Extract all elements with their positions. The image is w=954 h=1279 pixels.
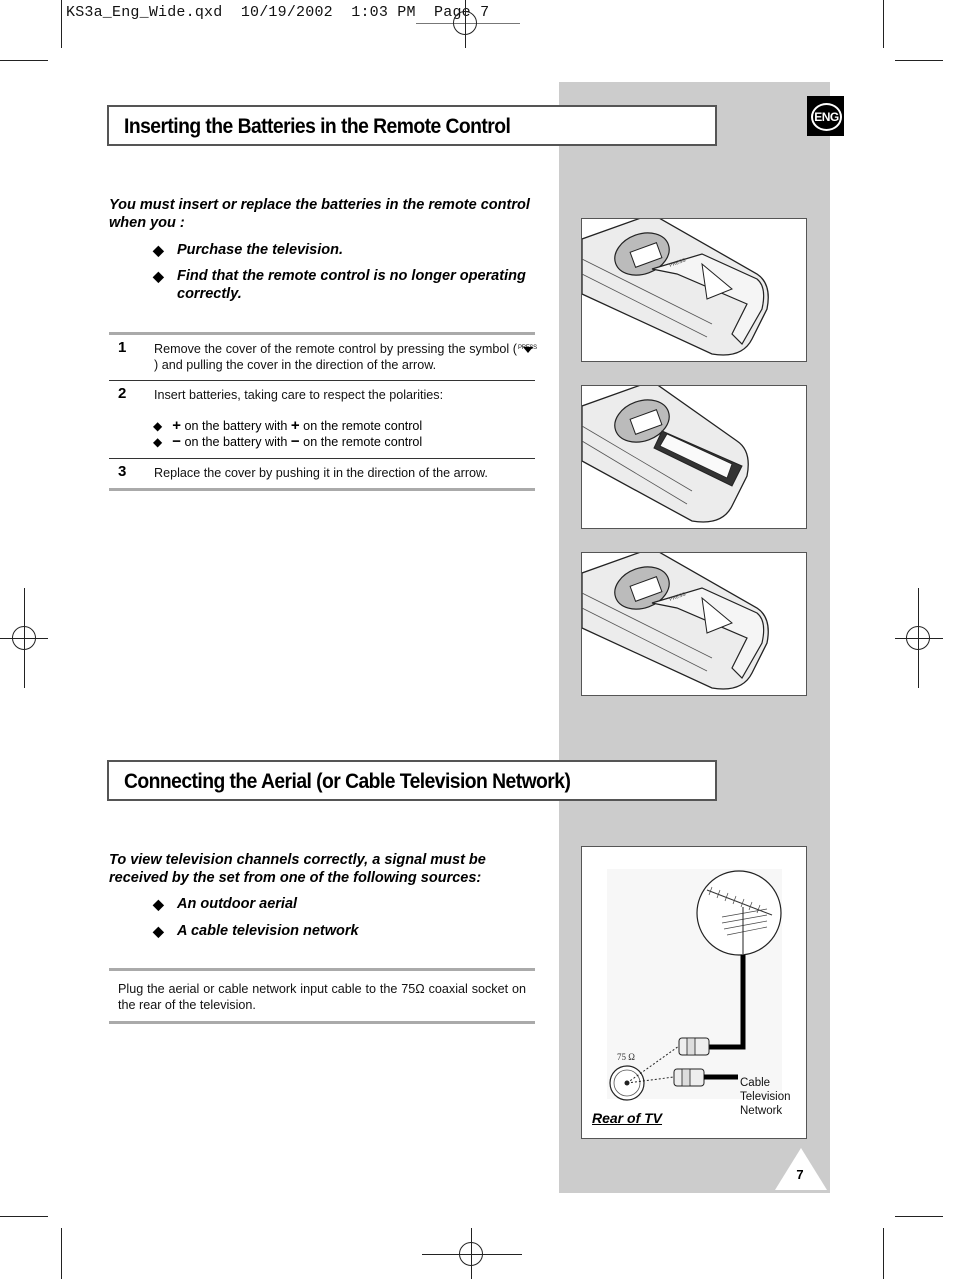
minus-sign-icon: − [290,433,300,450]
batteries-intro: You must insert or replace the batteries… [109,197,530,231]
diamond-bullet-icon: ◆ [153,268,164,284]
remote-control-open-cover-icon: PRESS [582,219,769,356]
remote-cover-removal-illustration: PRESS [581,218,807,362]
polarity-minus: ◆ − on the battery with − on the remote c… [153,433,423,450]
step-divider [109,380,535,381]
diamond-bullet-icon: ◆ [153,242,164,258]
aerial-instruction: Plug the aerial or cable network input c… [118,982,526,1012]
instruction-bottom-rule [109,1021,535,1024]
rear-of-tv-caption: Rear of TV [592,1110,663,1126]
step-number: 3 [118,463,127,480]
cable-network-label: Cable Television Network [740,1077,791,1117]
language-badge-label: ENG [811,103,842,131]
antenna-icon [696,870,782,956]
language-badge-icon: ENG [807,96,844,136]
step-divider [109,458,535,459]
step-text: Remove the cover of the remote control b… [154,342,537,372]
instruction-top-rule [109,968,535,971]
page-number: 7 [796,1167,804,1182]
step-text: Insert batteries, taking care to respect… [154,388,444,402]
diamond-bullet-icon: ◆ [153,923,164,939]
remote-control-batteries-icon [582,386,749,523]
section-title-aerial: Connecting the Aerial (or Cable Televisi… [107,760,717,801]
socket-label: 75 Ω [617,1052,635,1062]
aerial-connection-diagram: 75 Ω Cable Television Network Rear of TV [581,846,807,1139]
step-number: 2 [118,385,127,402]
plus-sign-icon: + [290,417,300,434]
remote-battery-insertion-illustration [581,385,807,529]
section-title-text: Inserting the Batteries in the Remote Co… [124,115,511,138]
diamond-bullet-icon: ◆ [153,435,163,449]
section-title-text: Connecting the Aerial (or Cable Televisi… [124,770,571,793]
section-title-batteries: Inserting the Batteries in the Remote Co… [107,105,717,146]
minus-sign-icon: − [172,433,181,450]
diamond-bullet-icon: ◆ [153,896,164,912]
steps-top-rule [109,332,535,335]
press-arrow-icon: PRESS [518,345,537,353]
remote-cover-replacement-illustration: PRESS [581,552,807,696]
step-number: 1 [118,339,127,356]
step-text: Replace the cover by pushing it in the d… [154,466,488,480]
plus-sign-icon: + [172,417,181,434]
steps-bottom-rule [109,488,535,491]
aerial-intro: To view television channels correctly, a… [109,852,486,886]
print-slug: KS3a_Eng_Wide.qxd 10/19/2002 1:03 PM Pag… [66,4,490,21]
remote-control-close-cover-icon: PRESS [582,553,769,690]
diamond-bullet-icon: ◆ [153,419,163,433]
polarity-plus: ◆ + on the battery with + on the remote c… [153,417,423,434]
